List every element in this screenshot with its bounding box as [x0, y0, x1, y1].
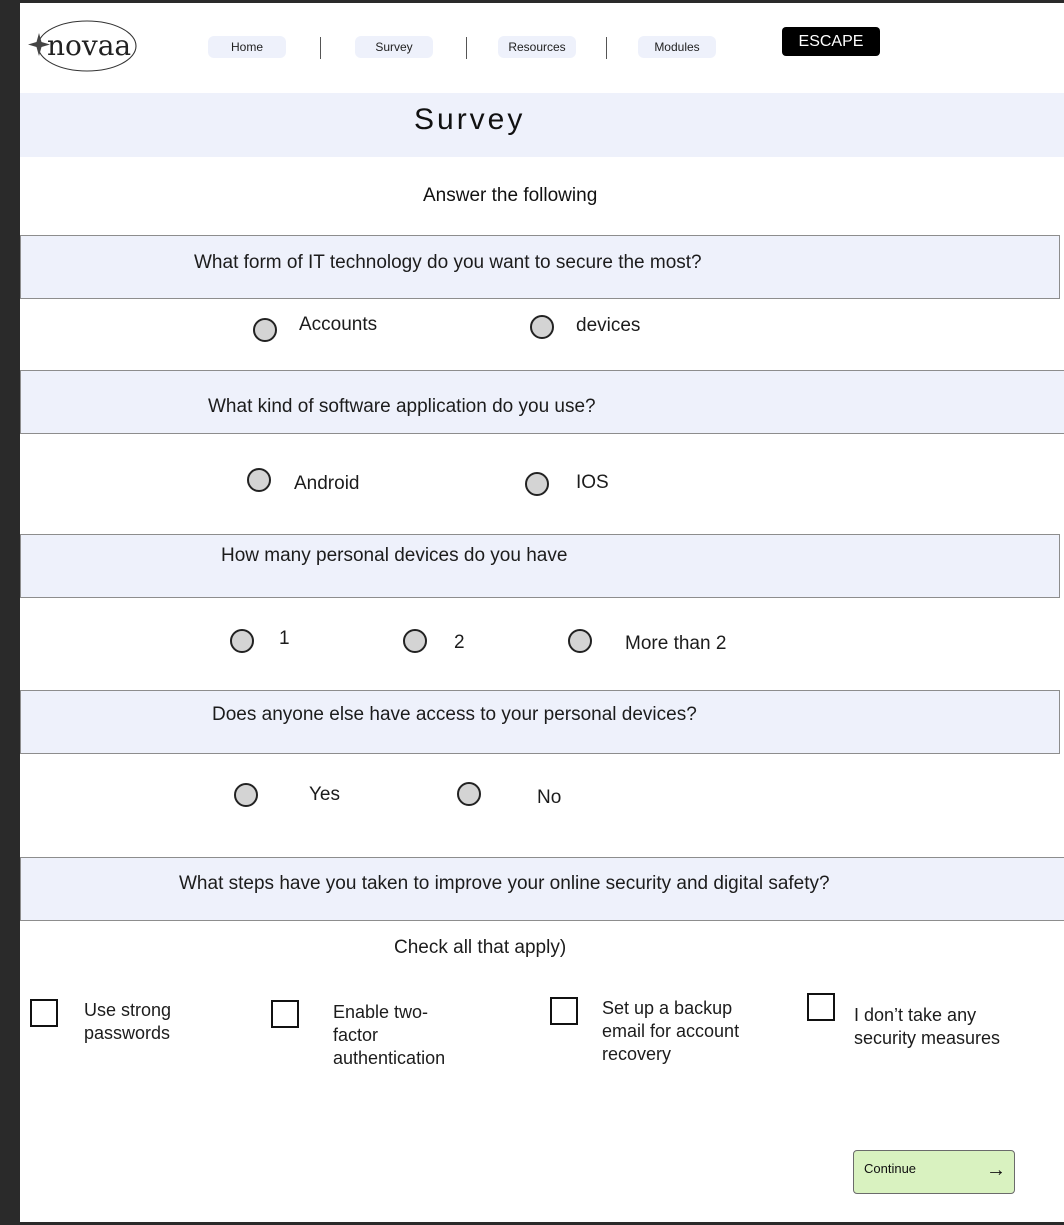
nav-survey[interactable]: Survey	[355, 36, 433, 58]
option-label-no: No	[537, 787, 562, 808]
nav-home[interactable]: Home	[208, 36, 286, 58]
continue-label: Continue	[864, 1161, 917, 1176]
question-5-subtext: Check all that apply)	[394, 937, 567, 958]
radio-yes[interactable]	[234, 783, 258, 807]
option-label-devices: devices	[576, 315, 641, 336]
question-4-text: Does anyone else have access to your per…	[212, 704, 697, 725]
checkbox-label-no-measures: I don’t take any security measures	[854, 1005, 1001, 1048]
radio-devices[interactable]	[530, 315, 554, 339]
nav-divider	[466, 37, 467, 59]
arrow-right-icon: →	[986, 1159, 1006, 1181]
question-3-band: How many personal devices do you have	[20, 534, 1060, 598]
sparkle-icon: novaa	[28, 20, 137, 72]
intro-text: Answer the following	[423, 185, 598, 206]
novaa-logo[interactable]: novaa	[25, 17, 145, 77]
option-label-yes: Yes	[309, 784, 340, 805]
checkbox-two-factor[interactable]	[271, 1000, 299, 1028]
checkbox-label-backup-email: Set up a backup email for account recove…	[602, 998, 740, 1064]
title-band: Survey	[20, 93, 1064, 157]
page-title: Survey	[414, 103, 526, 136]
option-label-1: 1	[279, 628, 290, 649]
checkbox-no-measures[interactable]	[807, 993, 835, 1021]
continue-button[interactable]: Continue →	[853, 1150, 1015, 1194]
checkbox-label-strong-passwords: Use strong passwords	[84, 1000, 172, 1043]
checkbox-label-two-factor: Enable two-factor authentication	[333, 1002, 446, 1068]
question-3-text: How many personal devices do you have	[221, 545, 568, 566]
escape-button[interactable]: ESCAPE	[782, 27, 880, 56]
nav-resources[interactable]: Resources	[498, 36, 576, 58]
radio-no[interactable]	[457, 782, 481, 806]
option-label-ios: IOS	[576, 472, 609, 493]
checkbox-strong-passwords[interactable]	[30, 999, 58, 1027]
option-label-more-than-2: More than 2	[625, 633, 727, 654]
radio-accounts[interactable]	[253, 318, 277, 342]
nav-divider	[320, 37, 321, 59]
question-5-text: What steps have you taken to improve you…	[179, 873, 830, 894]
checkbox-backup-email[interactable]	[550, 997, 578, 1025]
radio-more-than-2[interactable]	[568, 629, 592, 653]
question-5-band: What steps have you taken to improve you…	[20, 857, 1064, 921]
radio-2-devices[interactable]	[403, 629, 427, 653]
radio-1-device[interactable]	[230, 629, 254, 653]
question-1-text: What form of IT technology do you want t…	[194, 252, 702, 273]
radio-android[interactable]	[247, 468, 271, 492]
option-label-accounts: Accounts	[299, 314, 378, 335]
question-1-band: What form of IT technology do you want t…	[20, 235, 1060, 299]
option-label-android: Android	[294, 473, 360, 494]
survey-page: novaa Home Survey Resources Modules ESCA…	[20, 3, 1064, 1222]
logo-text: novaa	[47, 29, 131, 62]
radio-ios[interactable]	[525, 472, 549, 496]
nav-modules[interactable]: Modules	[638, 36, 716, 58]
question-4-band: Does anyone else have access to your per…	[20, 690, 1060, 754]
nav-divider	[606, 37, 607, 59]
question-2-band: What kind of software application do you…	[20, 370, 1064, 434]
option-label-2: 2	[454, 632, 465, 653]
question-2-text: What kind of software application do you…	[208, 396, 596, 417]
